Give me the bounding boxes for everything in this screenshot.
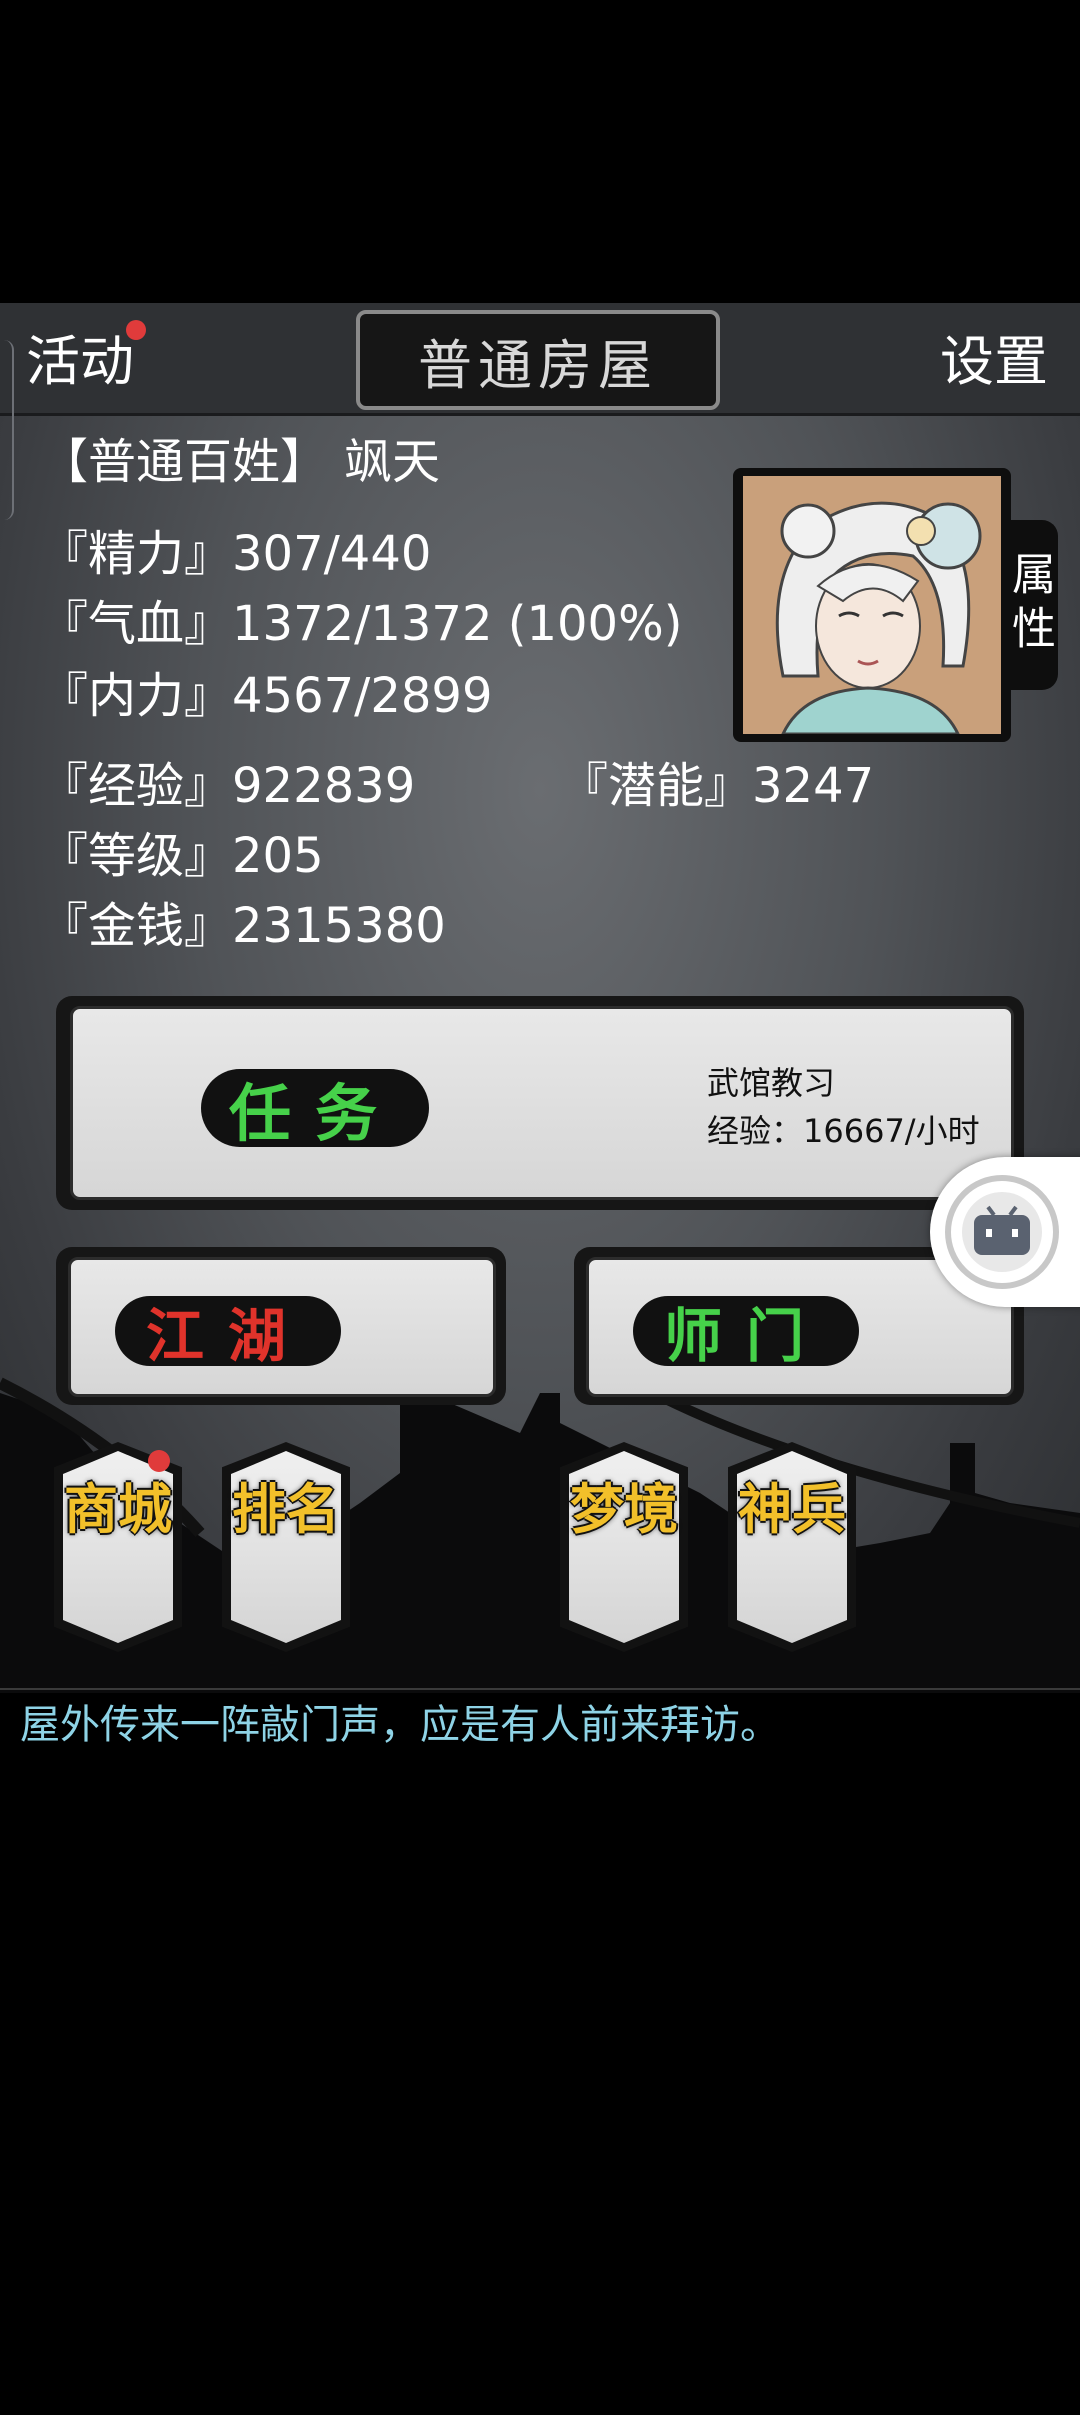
player-rank: 【普通百姓】 — [40, 434, 329, 490]
settings-button[interactable]: 设置 — [940, 335, 1048, 389]
message-divider — [0, 1688, 1080, 1690]
floating-assistant-button[interactable] — [930, 1157, 1080, 1307]
dream-button-label: 梦境 — [570, 1477, 678, 1541]
stat-inner-power: 『内力』4567/2899 — [40, 668, 493, 724]
stat-hp: 『气血』1372/1372 (100%) — [40, 596, 683, 652]
room-title: 普通房屋 — [418, 333, 658, 397]
activity-button[interactable]: 活动 — [26, 335, 134, 389]
stat-level: 『等级』205 — [40, 828, 324, 884]
room-title-box: 普通房屋 — [356, 310, 720, 410]
stat-experience: 『经验』922839 — [40, 758, 416, 814]
task-exp-rate: 经验：16667/小时 — [707, 1112, 980, 1150]
shimen-button-label: 师门 — [633, 1296, 859, 1370]
weapon-button[interactable]: 神兵 — [728, 1442, 856, 1652]
stat-money: 『金钱』2315380 — [40, 898, 446, 954]
ranking-button-label: 排名 — [232, 1477, 340, 1541]
event-message: 屋外传来一阵敲门声，应是有人前来拜访。 — [20, 1702, 780, 1748]
task-button[interactable]: 任务 武馆教习 经验：16667/小时 — [70, 1006, 1014, 1200]
portrait-illustration — [743, 476, 1001, 734]
task-button-label: 任务 — [201, 1069, 429, 1150]
stat-potential: 『潜能』3247 — [560, 758, 875, 814]
side-drawer-handle[interactable] — [0, 340, 14, 520]
player-name: 飒天 — [344, 434, 441, 490]
jianghu-button-label: 江湖 — [115, 1296, 341, 1370]
stat-energy: 『精力』307/440 — [40, 526, 432, 582]
ranking-button[interactable]: 排名 — [222, 1442, 350, 1652]
shop-button-label: 商城 — [64, 1477, 172, 1541]
shop-notification-dot — [148, 1450, 170, 1472]
task-activity-name: 武馆教习 — [707, 1064, 836, 1102]
weapon-button-label: 神兵 — [738, 1477, 846, 1541]
character-portrait[interactable] — [743, 476, 1001, 734]
activity-notification-dot — [126, 320, 146, 340]
dream-button[interactable]: 梦境 — [560, 1442, 688, 1652]
jianghu-button[interactable]: 江湖 — [68, 1257, 496, 1397]
shop-button[interactable]: 商城 — [54, 1442, 182, 1652]
bilibili-tv-icon — [945, 1175, 1059, 1289]
